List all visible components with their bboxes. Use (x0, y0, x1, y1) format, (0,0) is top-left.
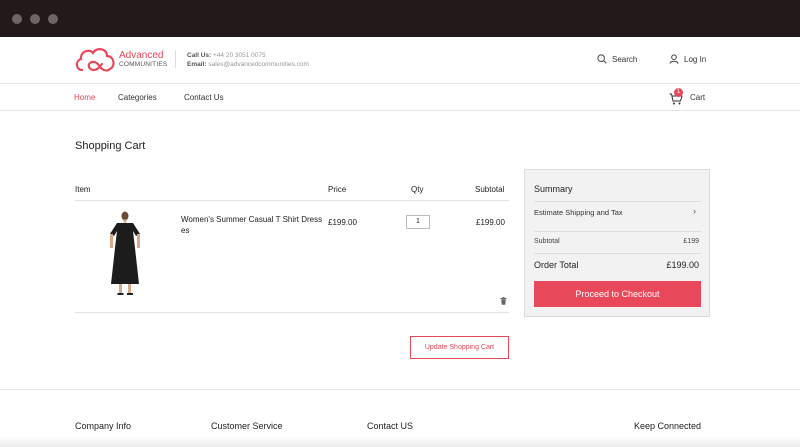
update-cart-button[interactable]: Update Shopping Cart (410, 336, 509, 359)
window-maximize-dot[interactable] (48, 14, 58, 24)
logo-line2: COMMUNITIES (119, 61, 168, 68)
window-minimize-dot[interactable] (30, 14, 40, 24)
product-name[interactable]: Women's Summer Casual T Shirt Dresses (181, 214, 326, 236)
quantity-input[interactable]: 1 (406, 215, 430, 229)
nav-contact-us[interactable]: Contact Us (184, 93, 224, 102)
footer-title-keep-connected: Keep Connected (634, 421, 702, 431)
search-label: Search (612, 54, 638, 64)
nav-categories[interactable]: Categories (118, 93, 157, 102)
column-header-qty: Qty (411, 185, 424, 194)
bottom-shadow (0, 437, 800, 447)
summary-divider (534, 231, 701, 232)
subtotal-value: £199 (683, 238, 699, 245)
main-nav: Home Categories Contact Us 1 Cart (0, 85, 800, 111)
estimate-shipping-toggle[interactable]: Estimate Shipping and Tax (534, 208, 623, 217)
proceed-to-checkout-button[interactable]: Proceed to Checkout (534, 281, 701, 307)
footer-title-customer-service: Customer Service (211, 421, 283, 431)
logo-cloud-icon[interactable] (74, 44, 118, 74)
order-summary: Summary Estimate Shipping and Tax › Subt… (524, 169, 710, 317)
contact-info: Call Us: +44 20 3051 0075 Email: sales@a… (187, 51, 309, 69)
cart-label: Cart (690, 92, 706, 102)
footer-title-company-info: Company Info (75, 421, 132, 431)
header-divider (175, 50, 176, 68)
call-value: +44 20 3051 0075 (213, 52, 266, 59)
window-titlebar (0, 0, 800, 37)
summary-divider (534, 201, 701, 202)
table-row-divider (75, 312, 509, 313)
chevron-right-icon[interactable]: › (693, 206, 696, 216)
column-header-subtotal: Subtotal (475, 185, 505, 194)
product-price: £199.00 (328, 218, 357, 227)
cart-count-badge: 1 (674, 88, 683, 97)
product-image[interactable] (102, 210, 148, 298)
summary-title: Summary (534, 184, 573, 194)
order-total-value: £199.00 (666, 260, 699, 270)
email-value[interactable]: sales@advancedcommunities.com (208, 61, 309, 68)
call-label: Call Us: (187, 52, 212, 59)
footer-divider (0, 389, 800, 390)
search-icon (597, 54, 607, 64)
nav-home[interactable]: Home (74, 93, 95, 102)
login-button[interactable]: Log In (669, 54, 706, 64)
column-header-price: Price (328, 185, 347, 194)
summary-divider (534, 253, 701, 254)
search-button[interactable]: Search (597, 54, 637, 64)
site-header: Advanced COMMUNITIES Call Us: +44 20 305… (0, 37, 800, 84)
subtotal-label: Subtotal (534, 238, 560, 245)
page-title: Shopping Cart (75, 140, 146, 152)
email-label: Email: (187, 61, 207, 68)
cart-link[interactable]: 1 Cart (669, 88, 706, 105)
logo-text[interactable]: Advanced COMMUNITIES (119, 51, 167, 69)
footer-title-contact-us: Contact US (367, 421, 414, 431)
column-header-item: Item (75, 185, 91, 194)
order-total-label: Order Total (534, 260, 579, 270)
user-icon (669, 54, 679, 64)
trash-icon[interactable] (500, 297, 507, 305)
table-header-divider (75, 200, 509, 201)
logo-line1: Advanced (119, 50, 164, 61)
product-subtotal: £199.00 (476, 218, 505, 227)
window-close-dot[interactable] (12, 14, 22, 24)
login-label: Log In (684, 54, 707, 64)
